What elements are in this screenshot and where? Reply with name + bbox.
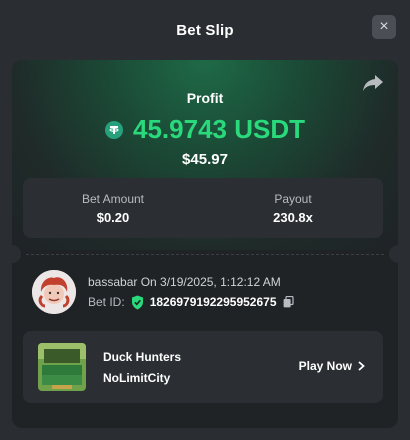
profit-usd-value: $45.97: [182, 151, 228, 168]
payout-stat: Payout 230.8x: [203, 178, 383, 238]
bet-slip-modal: Bet Slip × Profit 45.9743 USDT $45.97 Be…: [0, 0, 410, 440]
duck-hunters-logo-image: [38, 343, 86, 391]
close-icon: ×: [379, 18, 389, 35]
play-now-label: Play Now: [298, 359, 352, 373]
bet-amount-stat: Bet Amount $0.20: [23, 178, 203, 238]
user-row: bassabar On 3/19/2025, 1:12:12 AM Bet ID…: [32, 270, 294, 314]
payout-label: Payout: [274, 191, 312, 206]
profit-label: Profit: [186, 90, 224, 106]
copy-icon[interactable]: [283, 296, 294, 308]
game-thumbnail[interactable]: [38, 343, 86, 391]
bet-amount-label: Bet Amount: [81, 191, 145, 206]
game-row[interactable]: Duck Hunters NoLimitCity Play Now: [23, 331, 383, 403]
ticket-divider: [26, 254, 384, 255]
avatar[interactable]: [32, 270, 76, 314]
bet-amount-value: $0.20: [96, 209, 130, 225]
bet-id-value: 1826979192295952675: [149, 295, 277, 309]
close-button[interactable]: ×: [372, 15, 396, 39]
modal-title: Bet Slip: [176, 21, 234, 39]
ticket-notch-right: [389, 245, 398, 263]
chevron-right-icon: [358, 361, 365, 371]
bet-id-line: Bet ID: 1826979192295952675: [88, 295, 294, 310]
bet-stats-panel: Bet Amount $0.20 Payout 230.8x: [23, 178, 383, 238]
play-now-button[interactable]: Play Now: [299, 359, 365, 373]
payout-value: 230.8x: [273, 209, 313, 225]
avatar-image: [32, 270, 76, 314]
user-and-date: bassabar On 3/19/2025, 1:12:12 AM: [88, 274, 281, 289]
bet-id-label: Bet ID:: [88, 295, 125, 309]
profit-amount: 45.9743 USDT: [133, 114, 305, 144]
tether-icon: [105, 120, 123, 139]
verified-shield-icon: [131, 295, 143, 309]
profit-row: 45.9743 USDT: [12, 114, 398, 145]
modal-header: Bet Slip ×: [0, 0, 410, 60]
game-name: Duck Hunters: [103, 350, 182, 364]
user-info: bassabar On 3/19/2025, 1:12:12 AM Bet ID…: [88, 275, 294, 310]
bet-card: Profit 45.9743 USDT $45.97 Bet Amount $0…: [12, 60, 398, 428]
game-provider: NoLimitCity: [103, 371, 171, 385]
